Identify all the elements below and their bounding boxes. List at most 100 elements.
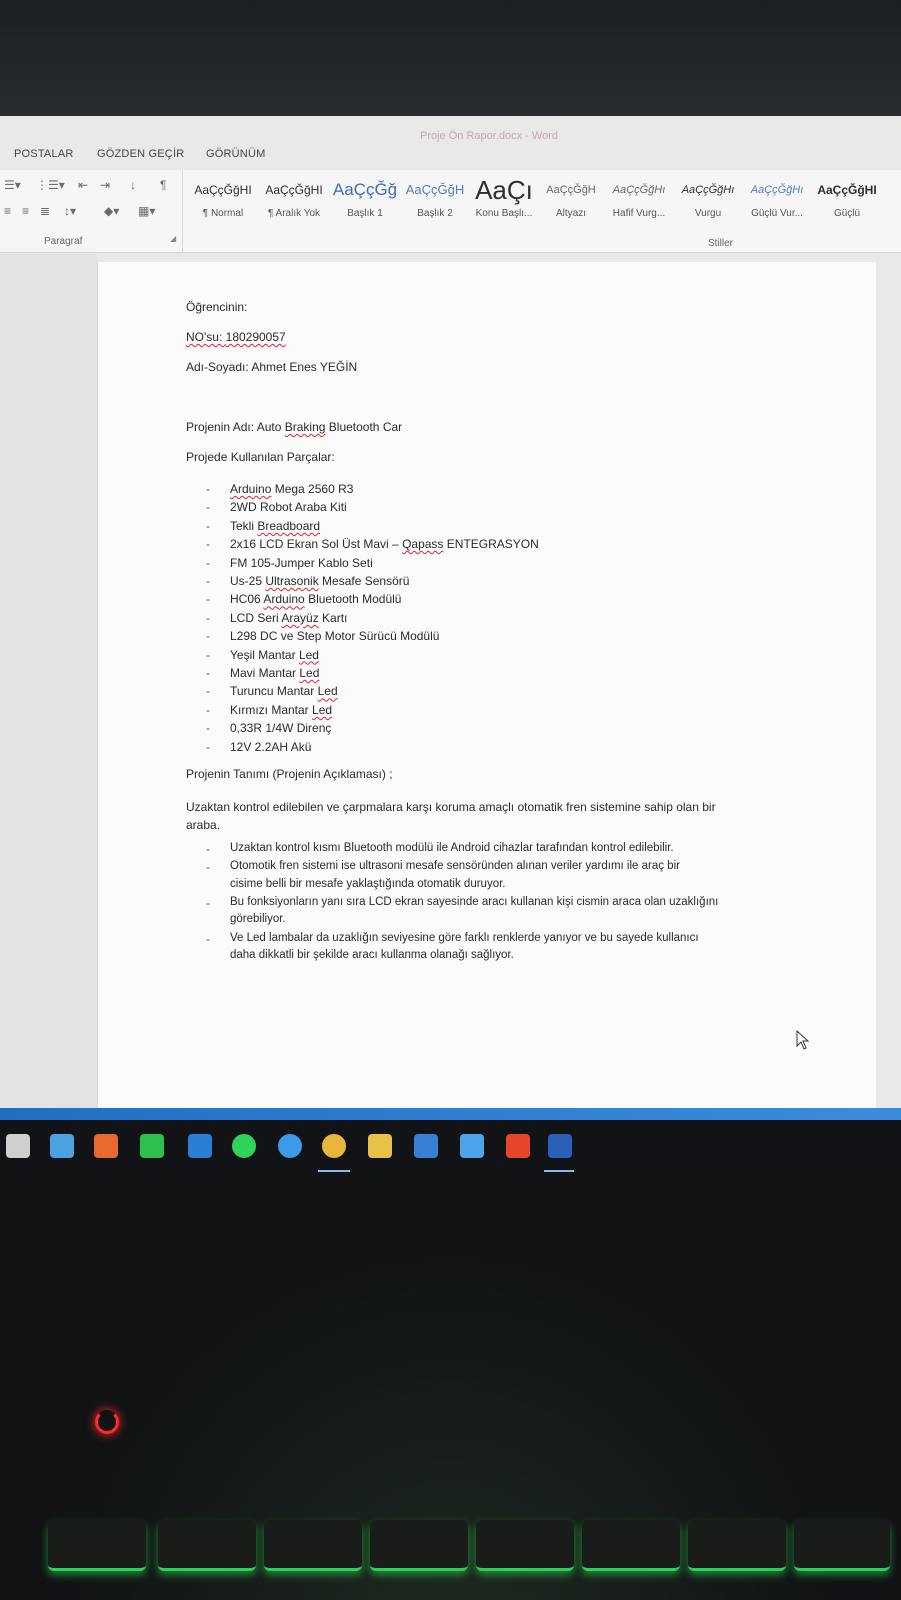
style-intense-emphasis[interactable]: AaÇçĞğHı Güçlü Vur...: [744, 174, 810, 234]
pilcrow-icon[interactable]: ¶: [160, 178, 166, 192]
bullet-dash: -: [206, 702, 210, 717]
description-bullet-line: daha dikkatli bir şekilde aracı kullanma…: [230, 949, 514, 961]
increase-indent-icon[interactable]: ⇥: [100, 178, 110, 192]
part-text: 2WD Robot Araba Kiti: [230, 500, 347, 515]
part-item: FM 105-Jumper Kablo Seti: [230, 556, 373, 570]
project-name-line: Projenin Adı: Auto Braking Bluetooth Car: [186, 420, 402, 434]
keyboard-key: [264, 1520, 362, 1571]
part-text: Led: [298, 647, 319, 662]
bullet-dash: -: [206, 666, 210, 680]
justify-icon[interactable]: ≣: [40, 204, 50, 218]
pycharm-icon[interactable]: [140, 1134, 164, 1158]
project-name-part: Auto: [256, 420, 285, 434]
part-item: 2x16 LCD Ekran Sol Üst Mavi – Qapass ENT…: [230, 537, 539, 551]
numbering-icon[interactable]: ⋮☰▾: [36, 178, 65, 192]
bullet-dash: -: [206, 721, 210, 736]
part-text: FM 105-Jumper Kablo Seti: [230, 555, 373, 570]
microsoft-store-icon[interactable]: [414, 1134, 438, 1158]
decrease-indent-icon[interactable]: ⇤: [78, 178, 88, 192]
bullets-icon[interactable]: ☰▾: [4, 178, 21, 192]
student-no-value: 180290057: [225, 330, 286, 344]
student-no-line: NO'su: 180290057: [186, 330, 286, 344]
description-bullet-line: Bu fonksiyonların yanı sıra LCD ekran sa…: [230, 896, 719, 908]
screen-bezel: [0, 0, 901, 118]
description-bullet-line: Otomotik fren sistemi ise ultrasoni mesa…: [230, 860, 680, 872]
style-heading-2[interactable]: AaÇçĞğH Başlık 2: [402, 174, 468, 234]
part-text: Mavi Mantar: [230, 666, 300, 680]
student-no-label: NO'su:: [186, 330, 226, 344]
style-sample: AaÇçĞğHı: [750, 184, 804, 196]
bullet-dash: -: [206, 518, 210, 533]
bullet-dash: -: [206, 684, 210, 699]
sort-icon[interactable]: ↓: [130, 178, 136, 192]
part-text: Arayüz: [281, 610, 319, 625]
whatsapp-icon[interactable]: [232, 1134, 256, 1158]
part-item: 2WD Robot Araba Kiti: [230, 500, 347, 514]
tab-mailings[interactable]: POSTALAR: [14, 148, 73, 160]
part-item: LCD Seri Arayüz Kartı: [230, 611, 347, 625]
style-sample: AaÇçĞğHI: [194, 183, 252, 197]
edge-legacy-icon[interactable]: [50, 1134, 74, 1158]
style-sample: AaÇçĞğH: [405, 182, 465, 197]
task-view-icon[interactable]: [6, 1134, 30, 1158]
style-subtle-emphasis[interactable]: AaÇçĞğHı Hafif Vurg...: [606, 174, 672, 234]
chrome-icon[interactable]: [322, 1134, 346, 1158]
style-subtitle[interactable]: AaÇçĞğH Altyazı: [540, 174, 602, 234]
parts-heading: Projede Kullanılan Parçalar:: [186, 450, 335, 464]
description-bullet-line: Ve Led lambalar da uzaklığın seviyesine …: [230, 932, 699, 944]
style-sample: AaÇçĞğHI: [265, 183, 323, 197]
style-name: Hafif Vurg...: [612, 208, 666, 219]
borders-icon[interactable]: ▦▾: [138, 204, 155, 218]
project-name-part: Braking: [284, 420, 326, 434]
style-no-spacing[interactable]: AaÇçĞğHI ¶ Aralık Yok: [260, 174, 328, 234]
align-right-icon[interactable]: ≡: [22, 204, 29, 218]
part-item: Us-25 Ultrasonik Mesafe Sensörü: [230, 574, 409, 588]
style-strong[interactable]: AaÇçĞğHI Güçlü: [814, 174, 880, 234]
bullet-dash: -: [206, 739, 210, 754]
keyboard-key: [476, 1520, 574, 1571]
style-name: Güçlü Vur...: [751, 208, 803, 219]
style-name: ¶ Aralık Yok: [267, 208, 321, 219]
store-blue-icon[interactable]: [188, 1134, 212, 1158]
description-bullet-line: Uzaktan kontrol kısmı Bluetooth modülü i…: [230, 842, 674, 854]
part-text: Mega 2560 R3: [271, 482, 354, 496]
part-text: Led: [312, 702, 333, 717]
style-name: Başlık 2: [417, 208, 453, 219]
part-text: Led: [299, 666, 320, 680]
part-item: Yeşil Mantar Led: [230, 648, 319, 662]
taskbar: [0, 1120, 901, 1178]
part-text: Mesafe Sensörü: [318, 574, 410, 588]
app-orange-icon[interactable]: [94, 1134, 118, 1158]
student-heading: Öğrencinin:: [186, 300, 248, 314]
description-bullet-line: cisime belli bir mesafe yaklaştığında ot…: [230, 878, 506, 890]
style-heading-1[interactable]: AaÇçĞğ Başlık 1: [332, 174, 398, 234]
description-line: araba.: [186, 818, 221, 832]
bullet-dash: -: [206, 500, 210, 515]
keyboard-key: [794, 1520, 890, 1571]
active-app-indicator: [318, 1170, 350, 1172]
style-title[interactable]: AaÇı Konu Başlı...: [470, 174, 538, 234]
shading-icon[interactable]: ◆▾: [104, 204, 119, 218]
style-emphasis[interactable]: AaÇçĞğHı Vurgu: [676, 174, 740, 234]
file-explorer-icon[interactable]: [368, 1134, 392, 1158]
align-center-icon[interactable]: ≡: [4, 204, 11, 218]
dialog-launcher-icon[interactable]: ◢: [170, 234, 176, 243]
bullet-dash: -: [206, 629, 210, 644]
style-name: ¶ Normal: [202, 208, 244, 219]
desktop-wallpaper-strip: [0, 1108, 901, 1120]
mail-icon[interactable]: [460, 1134, 484, 1158]
office-icon[interactable]: [506, 1134, 530, 1158]
style-name: Altyazı: [555, 208, 586, 219]
part-text: Yeşil Mantar: [230, 647, 299, 662]
style-normal[interactable]: AaÇçĞğHI ¶ Normal: [190, 174, 256, 234]
tab-view[interactable]: GÖRÜNÜM: [206, 148, 265, 160]
document-page[interactable]: Öğrencinin: NO'su: 180290057 Adı-Soyadı:…: [97, 262, 876, 1120]
title-bar: Proje Ön Rapor.docx - Word: [0, 116, 901, 142]
keyboard-key: [158, 1520, 256, 1571]
tab-review[interactable]: GÖZDEN GEÇİR: [97, 148, 184, 160]
part-text: LCD Seri: [230, 610, 282, 625]
word-icon[interactable]: [548, 1134, 572, 1158]
edge-icon[interactable]: [278, 1134, 302, 1158]
line-spacing-icon[interactable]: ↕▾: [64, 204, 76, 218]
part-text: Turuncu Mantar: [230, 684, 318, 699]
